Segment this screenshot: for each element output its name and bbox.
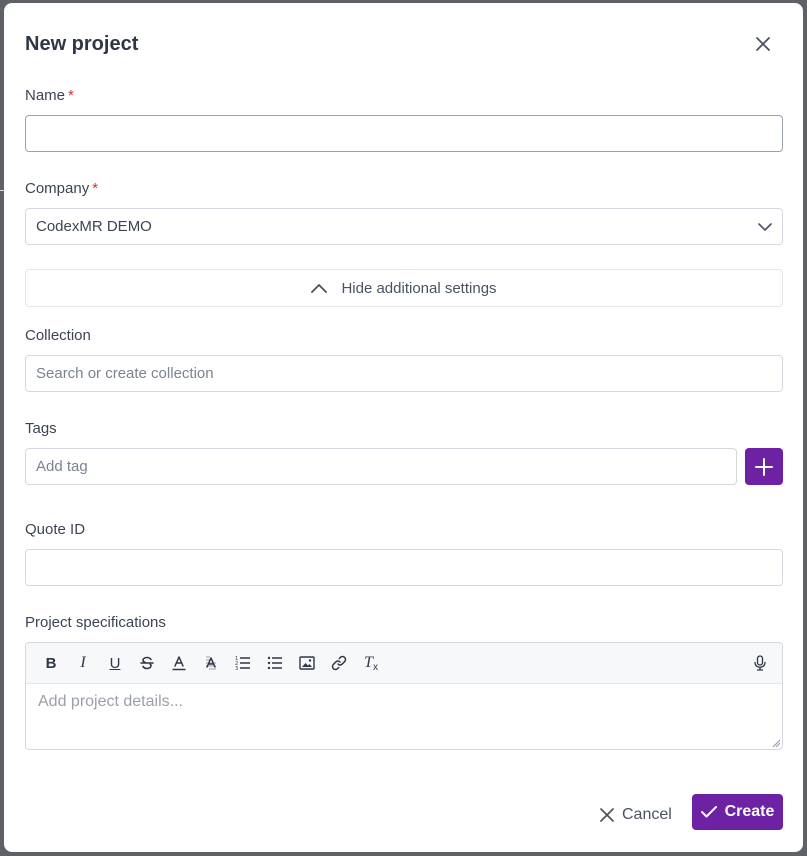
cancel-label: Cancel xyxy=(622,806,672,823)
clear-formatting-icon: Tx xyxy=(364,654,378,673)
quote-id-input[interactable] xyxy=(36,550,772,585)
insert-link-button[interactable] xyxy=(323,648,355,678)
project-specifications-input[interactable]: Add project details... xyxy=(26,684,782,720)
plus-icon xyxy=(755,457,773,476)
strikethrough-icon xyxy=(140,656,154,670)
svg-text:3: 3 xyxy=(235,666,238,671)
create-button[interactable]: Create xyxy=(692,794,783,830)
tags-field[interactable] xyxy=(25,448,737,485)
name-label: Name * xyxy=(25,87,74,104)
clear-formatting-button[interactable]: Tx xyxy=(355,648,387,678)
company-select[interactable]: CodexMR DEMO xyxy=(25,208,783,245)
microphone-icon xyxy=(754,655,766,671)
project-specifications-editor: B I U 1 2 3 Tx Add project details... xyxy=(25,642,783,750)
bold-button[interactable]: B xyxy=(35,648,67,678)
name-input[interactable] xyxy=(36,116,772,151)
tag-input[interactable] xyxy=(36,449,726,484)
quote-id-field[interactable] xyxy=(25,549,783,586)
hide-additional-settings-button[interactable]: Hide additional settings xyxy=(25,269,783,307)
ordered-list-icon: 1 2 3 xyxy=(235,656,250,671)
close-icon xyxy=(756,37,770,51)
italic-button[interactable]: I xyxy=(67,648,99,678)
underline-icon: U xyxy=(109,654,121,672)
strikethrough-button[interactable] xyxy=(131,648,163,678)
text-color-icon xyxy=(172,656,186,671)
create-label: Create xyxy=(724,803,775,820)
collection-label: Collection xyxy=(25,327,91,344)
dialog-title: New project xyxy=(25,33,139,55)
bullet-list-button[interactable] xyxy=(259,648,291,678)
bullet-list-icon xyxy=(267,656,282,670)
add-tag-button[interactable] xyxy=(745,448,783,485)
new-project-dialog: New project Name * Company * CodexMR DEMO … xyxy=(4,3,803,852)
company-label: Company * xyxy=(25,180,99,197)
cancel-button[interactable]: Cancel xyxy=(600,799,672,831)
chevron-up-icon xyxy=(311,284,328,293)
hide-additional-settings-label: Hide additional settings xyxy=(341,279,497,297)
resize-handle-icon[interactable] xyxy=(772,739,780,747)
required-mark: * xyxy=(92,180,99,197)
chevron-down-icon xyxy=(758,222,772,231)
check-icon xyxy=(700,806,717,818)
highlight-icon xyxy=(206,656,216,670)
voice-input-button[interactable] xyxy=(744,648,776,678)
collection-field[interactable] xyxy=(25,355,783,392)
underline-button[interactable]: U xyxy=(99,648,131,678)
link-icon xyxy=(331,655,347,671)
name-field[interactable] xyxy=(25,115,783,152)
quote-id-label: Quote ID xyxy=(25,521,86,538)
insert-image-button[interactable] xyxy=(291,648,323,678)
editor-toolbar: B I U 1 2 3 Tx xyxy=(26,643,782,684)
italic-icon: I xyxy=(80,654,86,671)
ordered-list-button[interactable]: 1 2 3 xyxy=(227,648,259,678)
company-selected-value: CodexMR DEMO xyxy=(36,218,152,235)
bold-icon: B xyxy=(45,654,57,672)
highlight-button[interactable] xyxy=(195,648,227,678)
collection-input[interactable] xyxy=(36,356,772,391)
project-specifications-label: Project specifications xyxy=(25,614,166,631)
text-color-button[interactable] xyxy=(163,648,195,678)
close-button[interactable] xyxy=(750,31,776,57)
tags-label: Tags xyxy=(25,420,57,437)
required-mark: * xyxy=(68,87,74,104)
close-icon xyxy=(600,808,614,822)
image-icon xyxy=(299,656,315,670)
